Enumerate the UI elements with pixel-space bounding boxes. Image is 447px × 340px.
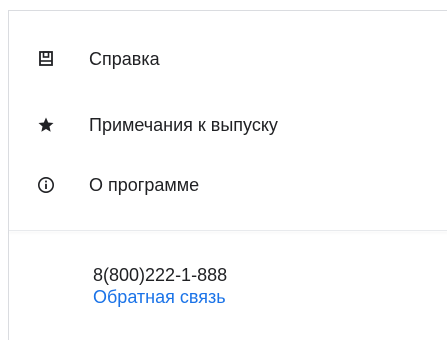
menu-item-label: Справка — [89, 48, 160, 69]
info-icon — [37, 176, 55, 194]
menu-item-label: О программе — [89, 174, 200, 195]
support-phone: 8(800)222-1-888 — [93, 265, 228, 285]
menu-item-help[interactable]: Справка — [9, 37, 447, 81]
menu-item-label: Примечания к выпуску — [89, 114, 278, 135]
star-icon — [37, 116, 55, 134]
support-footer: 8(800)222-1-888 Обратная связь — [93, 264, 227, 308]
feedback-link[interactable]: Обратная связь — [93, 286, 227, 308]
menu-item-about[interactable]: О программе — [9, 163, 447, 207]
help-menu: Справка Примечания к выпуску О программе… — [8, 10, 447, 340]
menu-divider — [9, 230, 447, 231]
book-icon — [37, 50, 55, 68]
menu-item-release-notes[interactable]: Примечания к выпуску — [9, 103, 447, 147]
